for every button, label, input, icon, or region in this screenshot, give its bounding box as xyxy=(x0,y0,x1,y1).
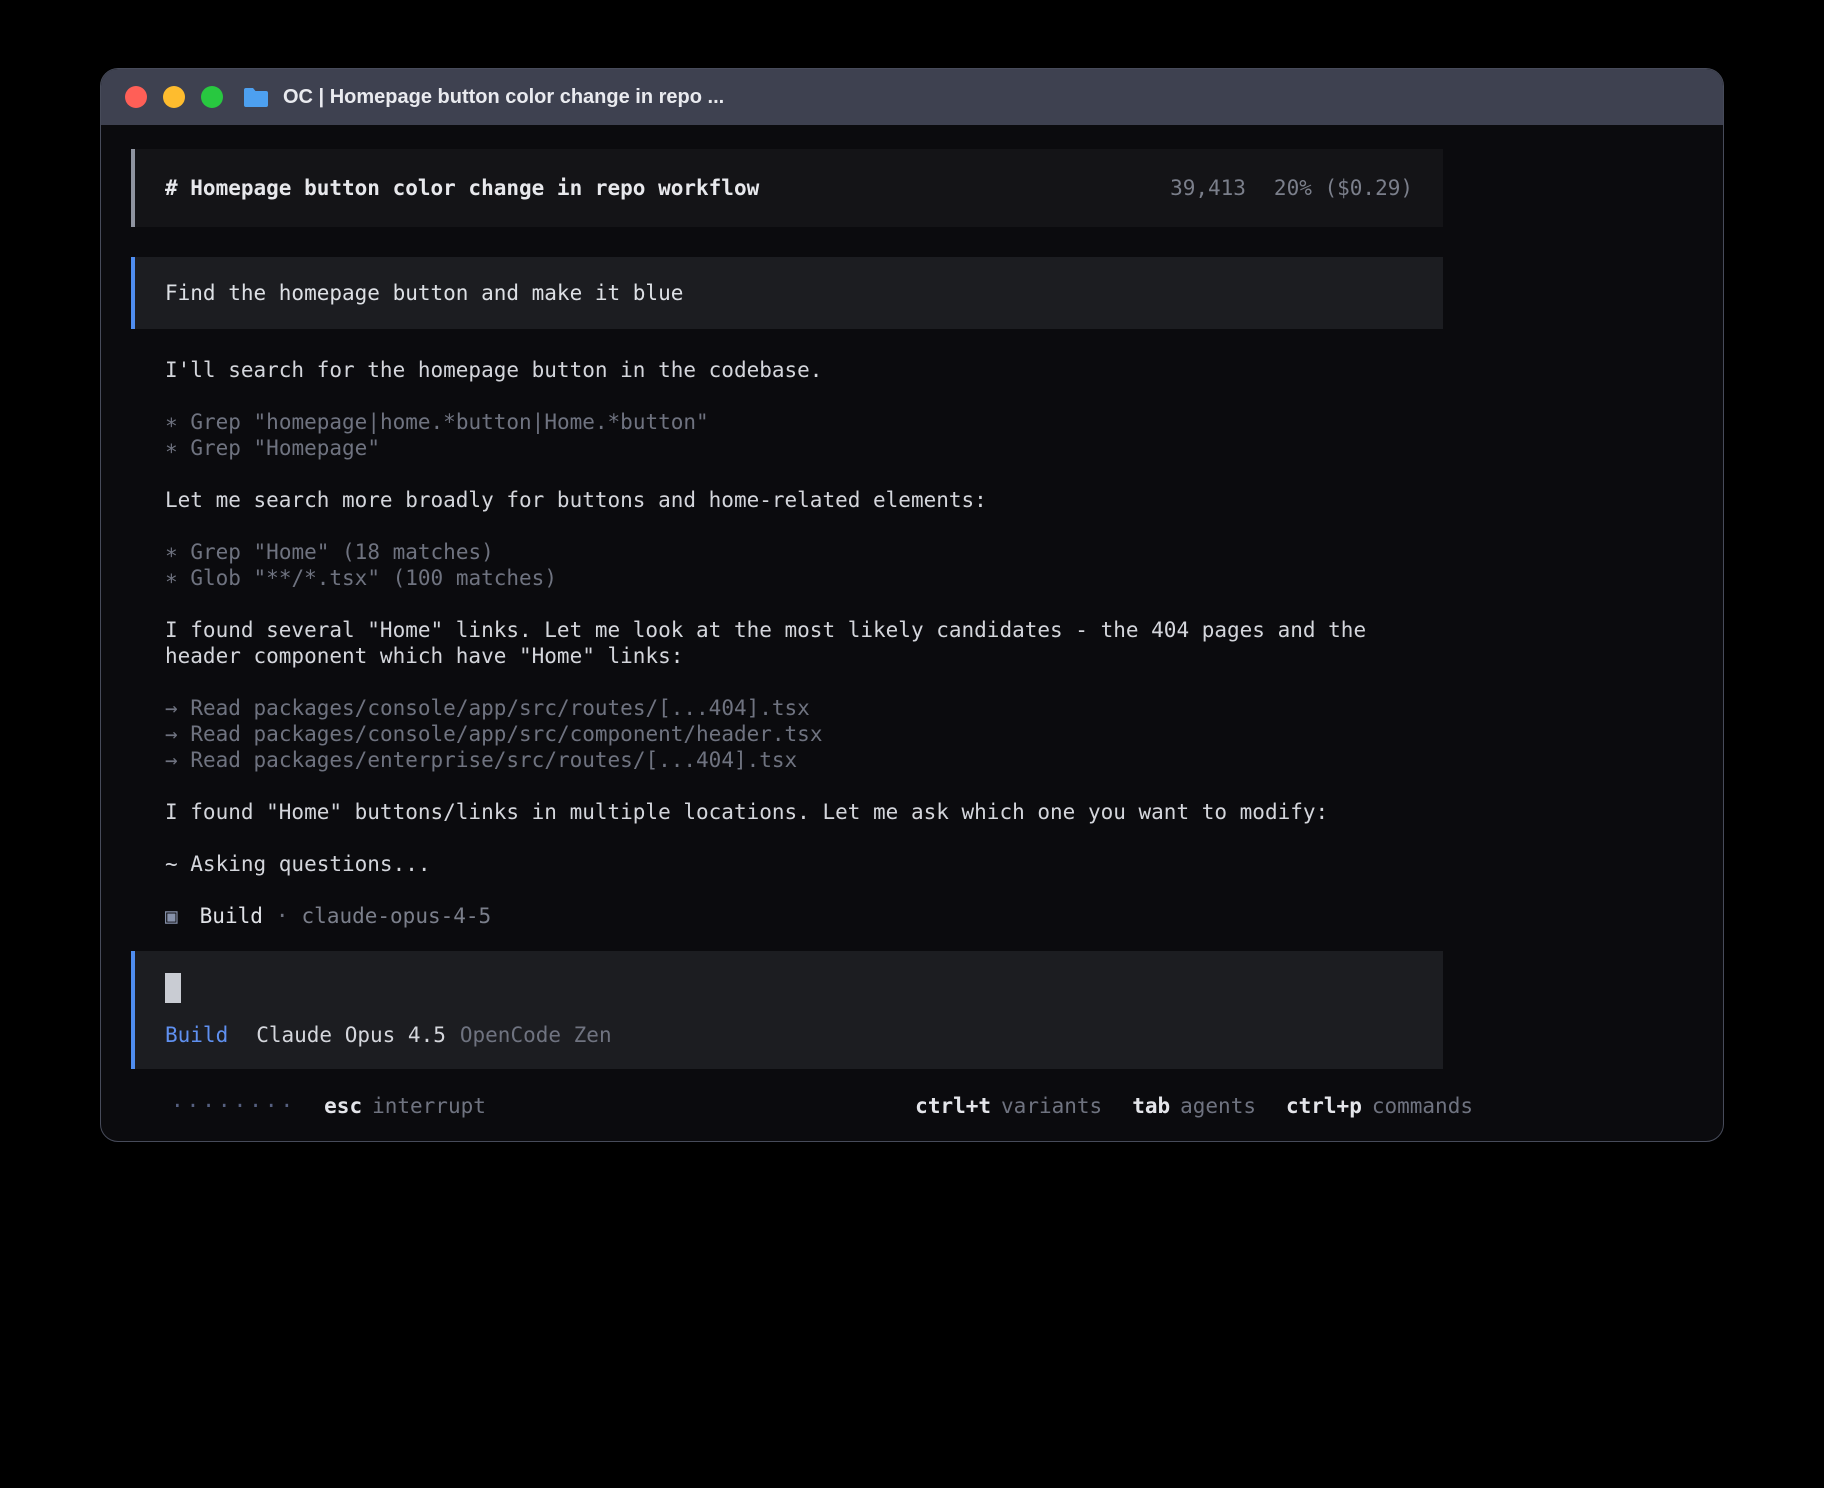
token-count: 39,413 xyxy=(1170,176,1246,200)
agent-status-line: ▣ Build · claude-opus-4-5 xyxy=(165,903,1443,929)
minimize-window-button[interactable] xyxy=(163,86,185,108)
terminal-window: OC | Homepage button color change in rep… xyxy=(100,68,1724,1142)
tool-call-text: Grep "homepage|home.*button|Home.*button… xyxy=(190,410,708,434)
tool-call-group: ∗ Grep "Home" (18 matches) ∗ Glob "**/*.… xyxy=(165,539,1443,591)
folder-icon xyxy=(243,86,269,108)
tool-call-line: ∗ Grep "homepage|home.*button|Home.*butt… xyxy=(165,409,1443,435)
status-bar-right: ctrl+t variants tab agents ctrl+p commands xyxy=(915,1093,1473,1119)
tool-call-text: Grep "Homepage" xyxy=(190,436,380,460)
separator-dot: · xyxy=(276,903,289,929)
esc-key: esc xyxy=(324,1094,362,1118)
user-message: Find the homepage button and make it blu… xyxy=(131,257,1443,329)
prompt-input[interactable]: Build Claude Opus 4.5 OpenCode Zen xyxy=(131,951,1443,1069)
tool-call-line: → Read packages/console/app/src/componen… xyxy=(165,721,1443,747)
arrow-right-icon: → xyxy=(165,722,178,746)
spinner-dots: ········ xyxy=(171,1093,296,1119)
context-usage: 20% ($0.29) xyxy=(1274,176,1413,200)
status-bar-left: ········ esc interrupt xyxy=(161,1093,486,1119)
hint-variants: ctrl+t variants xyxy=(915,1093,1102,1119)
arrow-right-icon: → xyxy=(165,748,178,772)
close-window-button[interactable] xyxy=(125,86,147,108)
tool-asterisk-icon: ∗ xyxy=(165,540,178,564)
assistant-message: Let me search more broadly for buttons a… xyxy=(165,487,1443,513)
tool-asterisk-icon: ∗ xyxy=(165,566,178,590)
session-title: # Homepage button color change in repo w… xyxy=(165,176,759,200)
session-stats: 39,413 20% ($0.29) xyxy=(1170,176,1413,200)
traffic-lights xyxy=(125,86,223,108)
hint-commands: ctrl+p commands xyxy=(1286,1093,1473,1119)
tool-asterisk-icon: ∗ xyxy=(165,436,178,460)
tool-asterisk-icon: ∗ xyxy=(165,410,178,434)
conversation-transcript: I'll search for the homepage button in t… xyxy=(131,357,1443,929)
user-message-text: Find the homepage button and make it blu… xyxy=(165,281,683,305)
agent-name: Build xyxy=(200,903,263,929)
assistant-message: I found "Home" buttons/links in multiple… xyxy=(165,799,1443,825)
model-id: claude-opus-4-5 xyxy=(302,903,492,929)
model-label[interactable]: Claude Opus 4.5 xyxy=(256,1023,446,1047)
window-title: OC | Homepage button color change in rep… xyxy=(283,86,724,109)
session-header: # Homepage button color change in repo w… xyxy=(131,149,1443,227)
hint-label: agents xyxy=(1180,1094,1256,1118)
tool-call-text: Read packages/console/app/src/component/… xyxy=(190,722,822,746)
arrow-right-icon: → xyxy=(165,696,178,720)
maximize-window-button[interactable] xyxy=(201,86,223,108)
status-bar: ········ esc interrupt ctrl+t variants tab… xyxy=(161,1093,1473,1119)
tool-call-group: → Read packages/console/app/src/routes/[… xyxy=(165,695,1443,773)
tool-call-group: ∗ Grep "homepage|home.*button|Home.*butt… xyxy=(165,409,1443,461)
tool-call-line: → Read packages/console/app/src/routes/[… xyxy=(165,695,1443,721)
tool-call-text: Glob "**/*.tsx" (100 matches) xyxy=(190,566,557,590)
tool-call-line: → Read packages/enterprise/src/routes/[.… xyxy=(165,747,1443,773)
hint-interrupt: esc interrupt xyxy=(324,1093,486,1119)
tool-call-text: Read packages/enterprise/src/routes/[...… xyxy=(190,748,797,772)
tool-call-line: ∗ Grep "Home" (18 matches) xyxy=(165,539,1443,565)
agent-mode-label[interactable]: Build xyxy=(165,1023,228,1047)
hint-label: commands xyxy=(1372,1094,1473,1118)
assistant-text-line: I found "Home" buttons/links in multiple… xyxy=(165,799,1443,825)
assistant-text-line: Let me search more broadly for buttons a… xyxy=(165,487,1443,513)
assistant-message: I'll search for the homepage button in t… xyxy=(165,357,1443,383)
ctrl-t-key: ctrl+t xyxy=(915,1094,991,1118)
input-meta-row: Build Claude Opus 4.5 OpenCode Zen xyxy=(165,1022,1413,1048)
tool-call-text: Grep "Home" (18 matches) xyxy=(190,540,493,564)
assistant-text-line: I found several "Home" links. Let me loo… xyxy=(165,617,1443,669)
tool-call-line: ∗ Grep "Homepage" xyxy=(165,435,1443,461)
text-cursor xyxy=(165,973,181,1003)
window-titlebar[interactable]: OC | Homepage button color change in rep… xyxy=(101,69,1723,125)
tool-call-text: Read packages/console/app/src/routes/[..… xyxy=(190,696,810,720)
tool-call-line: ∗ Glob "**/*.tsx" (100 matches) xyxy=(165,565,1443,591)
tab-key: tab xyxy=(1132,1094,1170,1118)
provider-label: OpenCode Zen xyxy=(460,1023,612,1047)
hint-label: variants xyxy=(1001,1094,1102,1118)
assistant-message: I found several "Home" links. Let me loo… xyxy=(165,617,1443,669)
hint-agents: tab agents xyxy=(1132,1093,1256,1119)
hint-label: interrupt xyxy=(372,1094,486,1118)
assistant-text-line: ~ Asking questions... xyxy=(165,851,1443,877)
agent-icon: ▣ xyxy=(165,903,178,929)
assistant-message: ~ Asking questions... xyxy=(165,851,1443,877)
ctrl-p-key: ctrl+p xyxy=(1286,1094,1362,1118)
assistant-text-line: I'll search for the homepage button in t… xyxy=(165,357,1443,383)
